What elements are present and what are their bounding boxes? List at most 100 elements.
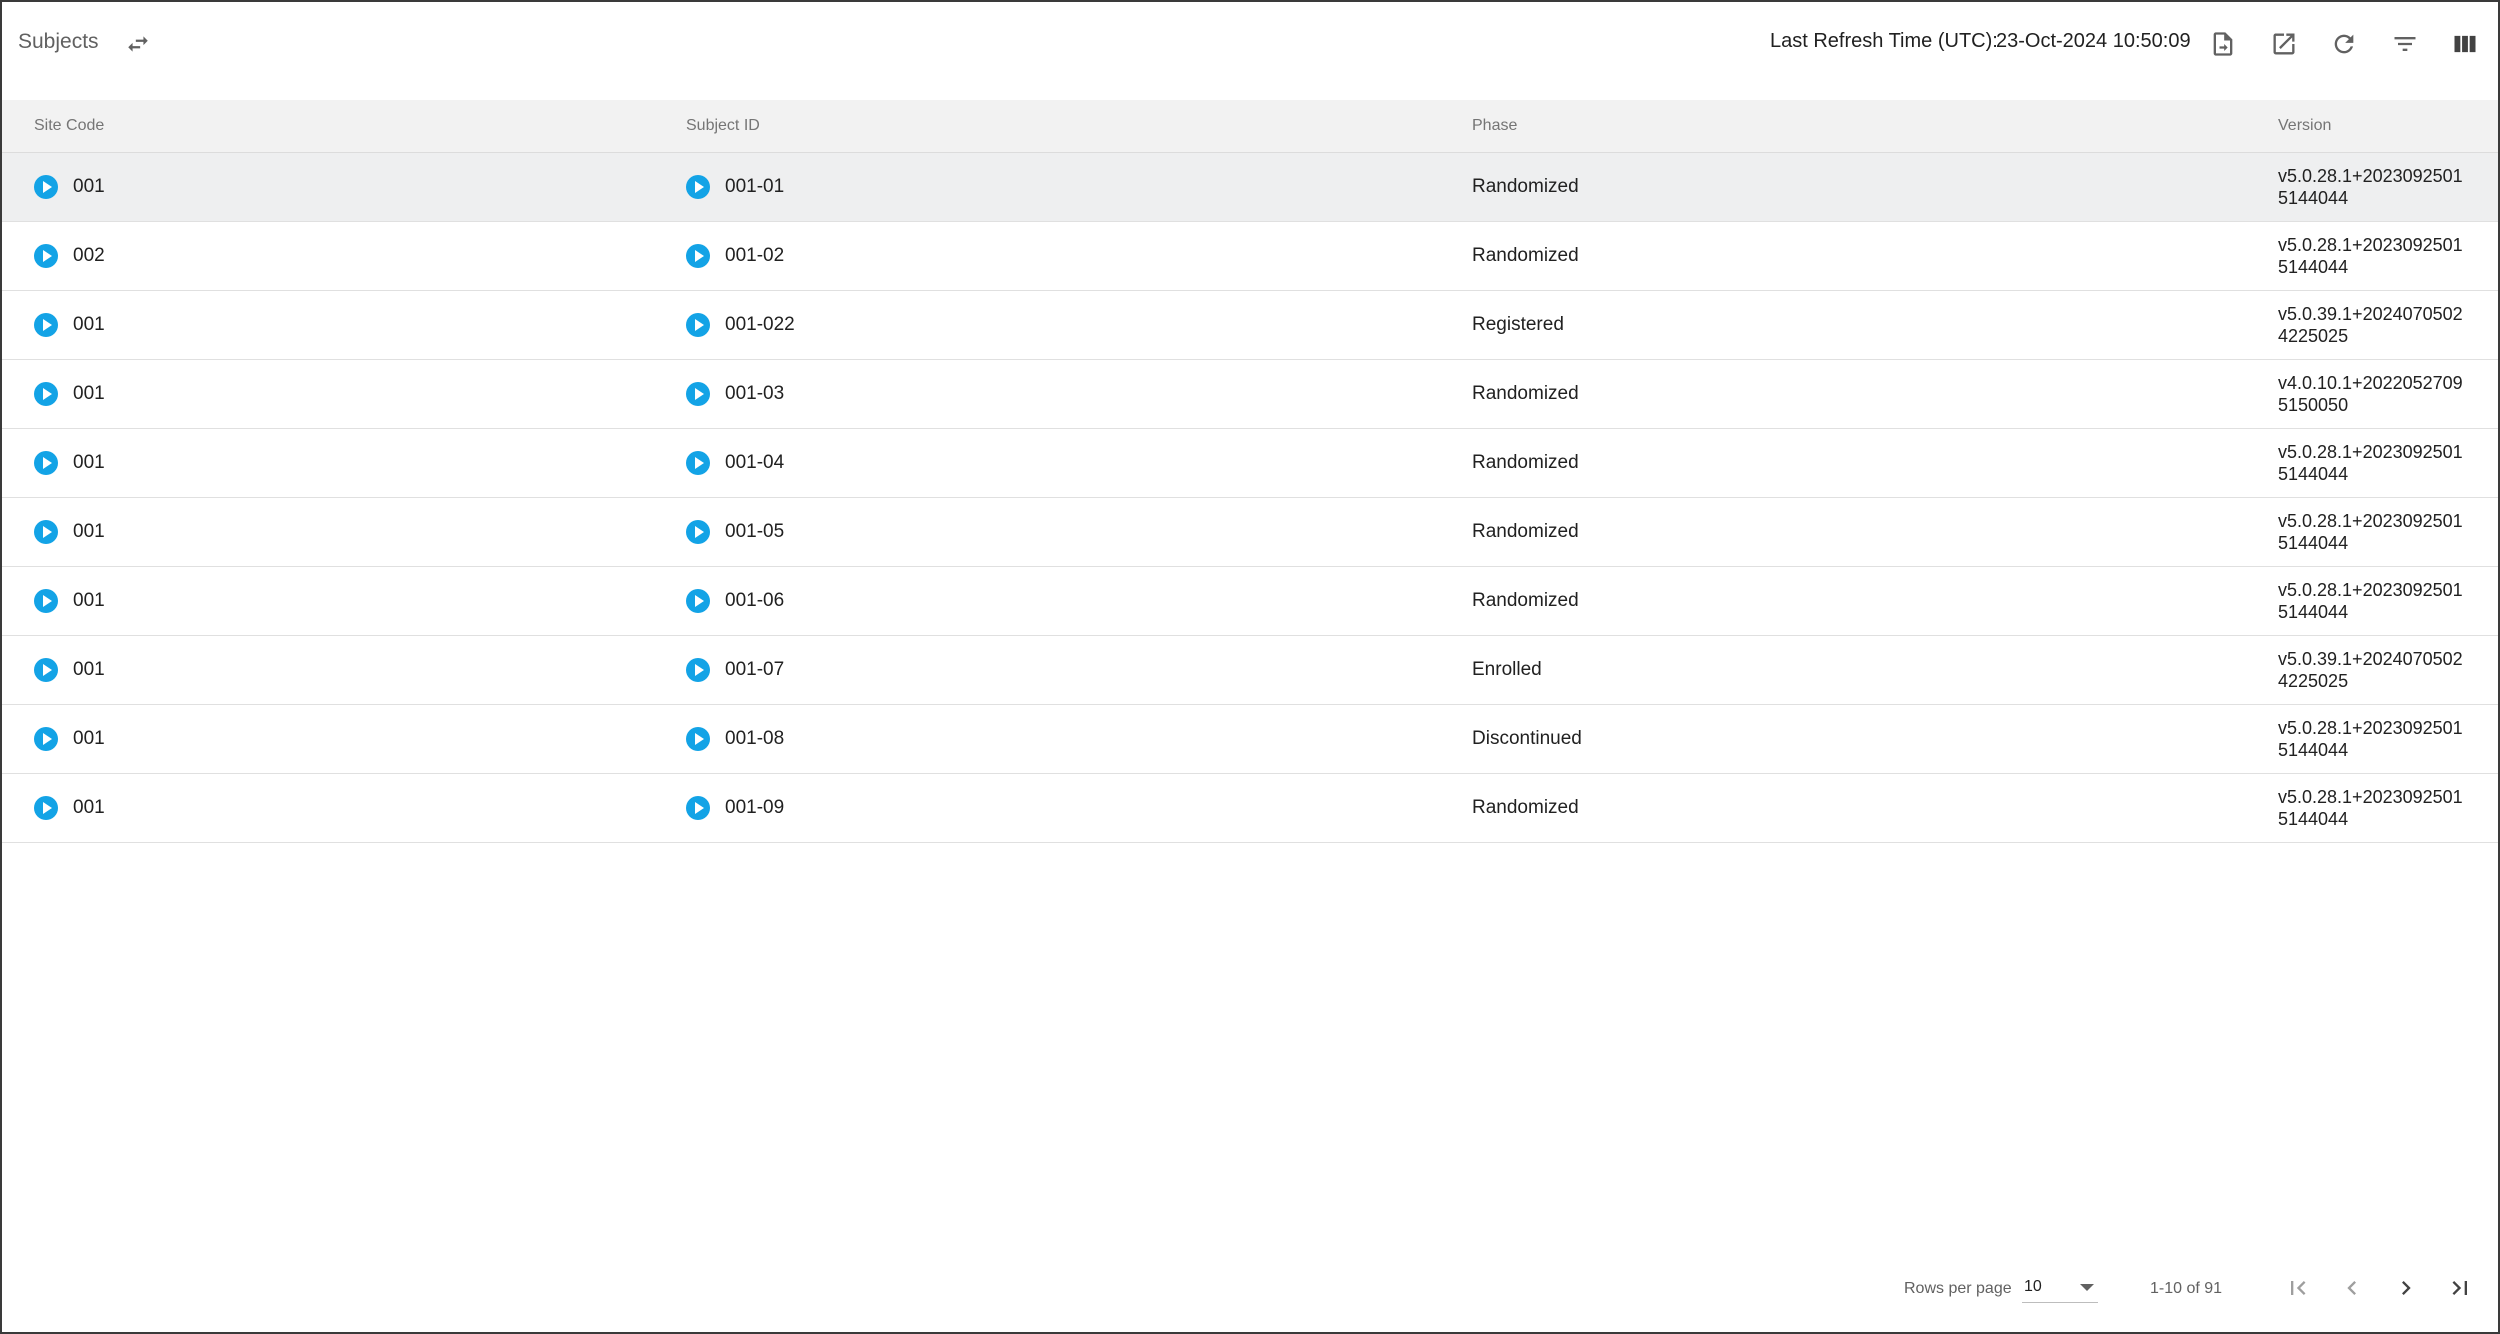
site-code-value: 001 (73, 383, 105, 404)
phase-cell: Randomized (1472, 429, 1579, 497)
site-code-value: 001 (73, 590, 105, 611)
column-header-phase[interactable]: Phase (1472, 117, 1517, 135)
site-code-value: 001 (73, 176, 105, 197)
play-icon[interactable] (34, 589, 58, 613)
play-icon[interactable] (34, 451, 58, 475)
subject-id-cell: 001-04 (686, 429, 784, 497)
last-refresh-label: Last Refresh Time (UTC): (1770, 30, 1998, 52)
phase-value: Randomized (1472, 452, 1579, 473)
version-cell: v5.0.28.1+20230925015144044 (2278, 153, 2468, 221)
subject-id-cell: 001-08 (686, 705, 784, 773)
table-body: 001 001-01 Randomized v5.0.28.1+20230925015… (2, 153, 2498, 843)
version-cell: v5.0.39.1+20240705024225025 (2278, 636, 2468, 704)
play-icon[interactable] (686, 658, 710, 682)
site-code-value: 001 (73, 314, 105, 335)
site-code-value: 001 (73, 728, 105, 749)
subject-id-cell: 001-05 (686, 498, 784, 566)
columns-icon (2454, 35, 2476, 53)
table-row[interactable]: 002 001-02 Randomized v5.0.28.1+20230925015… (2, 222, 2498, 291)
version-cell: v5.0.39.1+20240705024225025 (2278, 291, 2468, 359)
last-refresh-value: 23-Oct-2024 10:50:09 (1996, 30, 2191, 52)
site-code-cell: 001 (34, 567, 105, 635)
play-icon[interactable] (686, 175, 710, 199)
first-page-icon (2291, 1281, 2306, 1295)
play-icon[interactable] (34, 313, 58, 337)
phase-value: Randomized (1472, 176, 1579, 197)
rows-per-page-label: Rows per page (1904, 1280, 2012, 1297)
next-page-button[interactable] (2386, 1268, 2426, 1308)
phase-cell: Discontinued (1472, 705, 1582, 773)
chevron-right-icon (2402, 1281, 2411, 1295)
rows-per-page-select[interactable]: 10 (2022, 1272, 2098, 1303)
play-icon[interactable] (686, 796, 710, 820)
subjects-table: Site Code Subject ID Phase Version 001 00… (2, 100, 2498, 843)
play-icon[interactable] (34, 658, 58, 682)
version-cell: v4.0.10.1+20220527095150050 (2278, 360, 2468, 428)
subject-id-value: 001-08 (725, 728, 785, 749)
play-icon[interactable] (686, 451, 710, 475)
phase-value: Enrolled (1472, 659, 1542, 680)
previous-page-button[interactable] (2332, 1268, 2372, 1308)
filter-icon (2394, 37, 2416, 51)
play-icon[interactable] (34, 382, 58, 406)
phase-cell: Enrolled (1472, 636, 1542, 704)
site-code-cell: 001 (34, 429, 105, 497)
play-icon[interactable] (34, 727, 58, 751)
subject-id-value: 001-02 (725, 245, 785, 266)
site-code-cell: 002 (34, 222, 105, 290)
version-cell: v5.0.28.1+20230925015144044 (2278, 705, 2468, 773)
swap-arrows-icon (128, 36, 148, 52)
subject-id-value: 001-05 (725, 521, 785, 542)
subject-id-value: 001-06 (725, 590, 785, 611)
columns-button[interactable] (2445, 24, 2485, 64)
first-page-button[interactable] (2278, 1268, 2318, 1308)
table-row[interactable]: 001 001-08 Discontinued v5.0.28.1+202309250… (2, 705, 2498, 774)
phase-value: Randomized (1472, 590, 1579, 611)
phase-value: Randomized (1472, 521, 1579, 542)
play-icon[interactable] (686, 520, 710, 544)
play-icon[interactable] (34, 520, 58, 544)
last-page-icon (2452, 1281, 2467, 1295)
subject-id-cell: 001-09 (686, 774, 784, 842)
subject-id-cell: 001-02 (686, 222, 784, 290)
site-code-value: 001 (73, 797, 105, 818)
export-button[interactable] (2203, 24, 2243, 64)
play-icon[interactable] (34, 175, 58, 199)
table-row[interactable]: 001 001-01 Randomized v5.0.28.1+20230925015… (2, 153, 2498, 222)
phase-cell: Randomized (1472, 153, 1579, 221)
subject-id-value: 001-03 (725, 383, 785, 404)
phase-value: Discontinued (1472, 728, 1582, 749)
refresh-button[interactable] (2324, 24, 2364, 64)
phase-value: Randomized (1472, 383, 1579, 404)
filter-button[interactable] (2385, 24, 2425, 64)
table-row[interactable]: 001 001-05 Randomized v5.0.28.1+20230925015… (2, 498, 2498, 567)
subject-id-value: 001-01 (725, 176, 785, 197)
swap-view-button[interactable] (118, 24, 158, 64)
play-icon[interactable] (686, 313, 710, 337)
column-header-subject-id[interactable]: Subject ID (686, 117, 760, 135)
page-title: Subjects (18, 30, 99, 53)
subject-id-cell: 001-01 (686, 153, 784, 221)
table-row[interactable]: 001 001-03 Randomized v4.0.10.1+20220527095… (2, 360, 2498, 429)
table-row[interactable]: 001 001-09 Randomized v5.0.28.1+20230925015… (2, 774, 2498, 843)
site-code-cell: 001 (34, 498, 105, 566)
table-row[interactable]: 001 001-04 Randomized v5.0.28.1+20230925015… (2, 429, 2498, 498)
chevron-left-icon (2347, 1281, 2356, 1295)
play-icon[interactable] (34, 796, 58, 820)
play-icon[interactable] (686, 589, 710, 613)
toolbar: Subjects Last Refresh Time (UTC): 23-Oct… (2, 2, 2498, 86)
column-header-site-code[interactable]: Site Code (34, 117, 104, 135)
open-external-button[interactable] (2264, 24, 2304, 64)
phase-cell: Randomized (1472, 774, 1579, 842)
table-row[interactable]: 001 001-07 Enrolled v5.0.39.1+2024070502422… (2, 636, 2498, 705)
play-icon[interactable] (34, 244, 58, 268)
version-value: v5.0.28.1+20230925015144044 (2278, 718, 2463, 760)
play-icon[interactable] (686, 727, 710, 751)
last-page-button[interactable] (2440, 1268, 2480, 1308)
play-icon[interactable] (686, 382, 710, 406)
table-row[interactable]: 001 001-06 Randomized v5.0.28.1+20230925015… (2, 567, 2498, 636)
play-icon[interactable] (686, 244, 710, 268)
table-row[interactable]: 001 001-022 Registered v5.0.39.1+2024070502… (2, 291, 2498, 360)
refresh-icon (2334, 34, 2354, 54)
column-header-version[interactable]: Version (2278, 117, 2331, 135)
